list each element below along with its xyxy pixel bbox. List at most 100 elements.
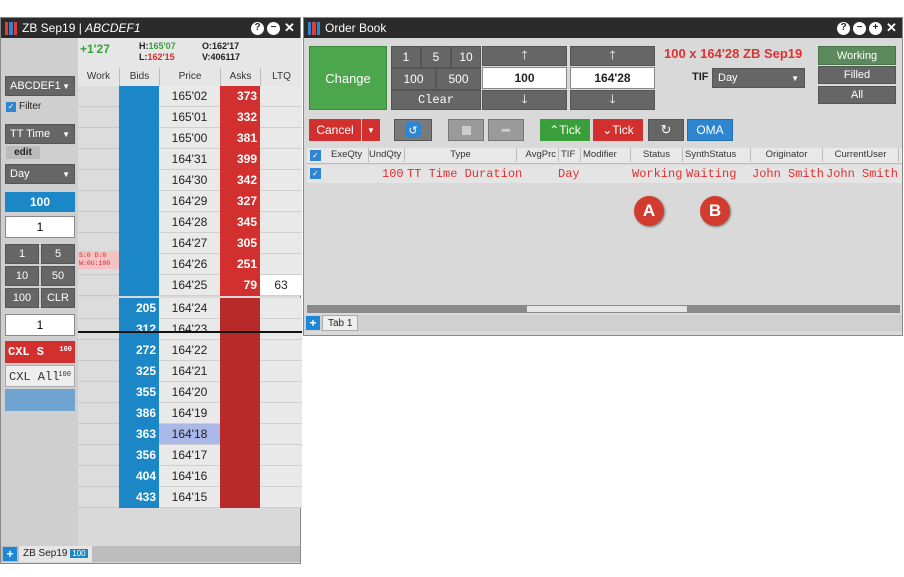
ladder-row[interactable]: 164'31 399 [78, 149, 302, 170]
ask-cell[interactable] [220, 403, 260, 424]
work-cell[interactable] [78, 319, 119, 340]
qty-button-1[interactable]: 1 [5, 244, 39, 264]
col-header-asks[interactable]: Asks [220, 68, 260, 86]
ladder-row[interactable]: 325 164'21 [78, 361, 302, 382]
ask-cell[interactable]: 342 [220, 170, 260, 191]
ask-cell[interactable]: 305 [220, 233, 260, 254]
bid-cell[interactable] [119, 170, 159, 191]
ladder-row[interactable]: 363 164'18 [78, 424, 302, 445]
ob-qty-button-1[interactable]: 1 [391, 46, 421, 68]
ask-cell[interactable] [220, 466, 260, 487]
ladder-row[interactable]: 272 164'22 [78, 340, 302, 361]
scrollbar-thumb[interactable] [527, 306, 687, 312]
ladder-titlebar[interactable]: ZB Sep19 | ABCDEF1 ? − ✕ [1, 18, 300, 38]
bid-cell[interactable]: 386 [119, 403, 159, 424]
qty-down-button[interactable]: 🡓 [482, 90, 567, 110]
col-header-modifier[interactable]: Modifier [581, 148, 631, 162]
cxl-b-button[interactable] [5, 389, 75, 411]
work-cell[interactable] [78, 340, 119, 361]
order-row[interactable]: ✓ 100 TT Time Duration Day Working Waiti… [307, 165, 902, 183]
col-header-exeqty[interactable]: ExeQty [329, 148, 369, 162]
tab-1[interactable]: Tab 1 [322, 315, 359, 331]
bid-cell[interactable]: 312 [119, 319, 159, 340]
qty-button-10[interactable]: 10 [5, 266, 39, 286]
order-type-select[interactable]: TT Time ▼ [5, 124, 75, 144]
add-icon[interactable]: + [869, 21, 882, 35]
bid-cell[interactable]: 205 [119, 298, 159, 319]
ask-cell[interactable]: 373 [220, 86, 260, 107]
col-header-tif[interactable]: TIF [559, 148, 581, 162]
ladder-row[interactable]: 433 164'15 [78, 487, 302, 508]
history-button[interactable]: ↺ [394, 119, 432, 141]
down-tick-button[interactable]: ⌄ Tick [593, 119, 643, 141]
work-cell[interactable] [78, 361, 119, 382]
ladder-row[interactable]: 164'25 79 63 [78, 275, 302, 296]
bid-cell[interactable]: 363 [119, 424, 159, 445]
col-header-synthstatus[interactable]: SynthStatus [683, 148, 751, 162]
work-cell[interactable] [78, 403, 119, 424]
ask-cell[interactable]: 251 [220, 254, 260, 275]
work-cell[interactable] [78, 128, 119, 149]
help-icon[interactable]: ? [837, 21, 850, 35]
ask-cell[interactable] [220, 487, 260, 508]
qty-clear-button[interactable]: CLR [41, 288, 75, 308]
col-header-status[interactable]: Status [631, 148, 683, 162]
work-cell[interactable] [78, 487, 119, 508]
bid-cell[interactable] [119, 107, 159, 128]
ask-cell[interactable]: 327 [220, 191, 260, 212]
hold-button[interactable] [448, 119, 484, 141]
work-cell[interactable] [78, 424, 119, 445]
select-all-checkbox[interactable]: ✓ [310, 150, 321, 161]
bid-cell[interactable] [119, 254, 159, 275]
col-header-undqty[interactable]: UndQty [367, 148, 405, 162]
close-icon[interactable]: ✕ [283, 20, 296, 36]
add-tab-icon[interactable]: + [306, 316, 320, 330]
work-cell[interactable] [78, 466, 119, 487]
work-cell[interactable] [78, 170, 119, 191]
account-select[interactable]: ABCDEF1 ▼ [5, 76, 75, 96]
ladder-row[interactable]: 165'01 332 [78, 107, 302, 128]
cxl-all-button[interactable]: CXL All 100 [5, 365, 75, 387]
ob-qty-input[interactable]: 100 [482, 67, 567, 89]
ladder-row[interactable]: 164'28 345 [78, 212, 302, 233]
bid-cell[interactable] [119, 128, 159, 149]
filter-working-button[interactable]: Working [818, 46, 896, 65]
cancel-button[interactable]: Cancel [309, 119, 361, 141]
working-order-indicator[interactable]: S:0 D:0 W:0U:100 [78, 251, 119, 269]
bid-cell[interactable] [119, 86, 159, 107]
ask-cell[interactable]: 345 [220, 212, 260, 233]
bid-cell[interactable]: 356 [119, 445, 159, 466]
cxl-s-button[interactable]: CXL S 100 [5, 341, 75, 363]
oma-button[interactable]: OMA [687, 119, 733, 141]
ob-qty-button-100[interactable]: 100 [391, 68, 436, 90]
work-cell[interactable] [78, 191, 119, 212]
bid-cell[interactable]: 404 [119, 466, 159, 487]
ask-cell[interactable] [220, 298, 260, 319]
work-cell[interactable] [78, 298, 119, 319]
col-header-originator[interactable]: Originator [751, 148, 823, 162]
ask-cell[interactable] [220, 319, 260, 340]
qty-preset-highlight[interactable]: 100 [5, 192, 75, 212]
row-checkbox[interactable]: ✓ [310, 168, 321, 179]
bid-cell[interactable] [119, 212, 159, 233]
col-header-ltq[interactable]: LTQ [260, 68, 302, 86]
ob-price-input[interactable]: 164'28 [570, 67, 655, 89]
ask-cell[interactable] [220, 424, 260, 445]
minimize-icon[interactable]: − [853, 21, 866, 35]
filter-checkbox[interactable]: ✓ Filter [6, 101, 41, 112]
col-header-bids[interactable]: Bids [119, 68, 159, 86]
col-header-type[interactable]: Type [405, 148, 517, 162]
ladder-row[interactable]: 404 164'16 [78, 466, 302, 487]
ask-cell[interactable]: 399 [220, 149, 260, 170]
ask-cell[interactable] [220, 445, 260, 466]
ask-cell[interactable] [220, 340, 260, 361]
help-icon[interactable]: ? [251, 21, 264, 35]
filter-all-button[interactable]: All [818, 86, 896, 104]
bid-cell[interactable] [119, 191, 159, 212]
qty-button-100[interactable]: 100 [5, 288, 39, 308]
ladder-row[interactable]: 164'29 327 [78, 191, 302, 212]
tif-select[interactable]: Day ▼ [5, 164, 75, 184]
work-cell[interactable] [78, 107, 119, 128]
ladder-row[interactable]: 164'30 342 [78, 170, 302, 191]
col-header-currentuser[interactable]: CurrentUser [823, 148, 899, 162]
